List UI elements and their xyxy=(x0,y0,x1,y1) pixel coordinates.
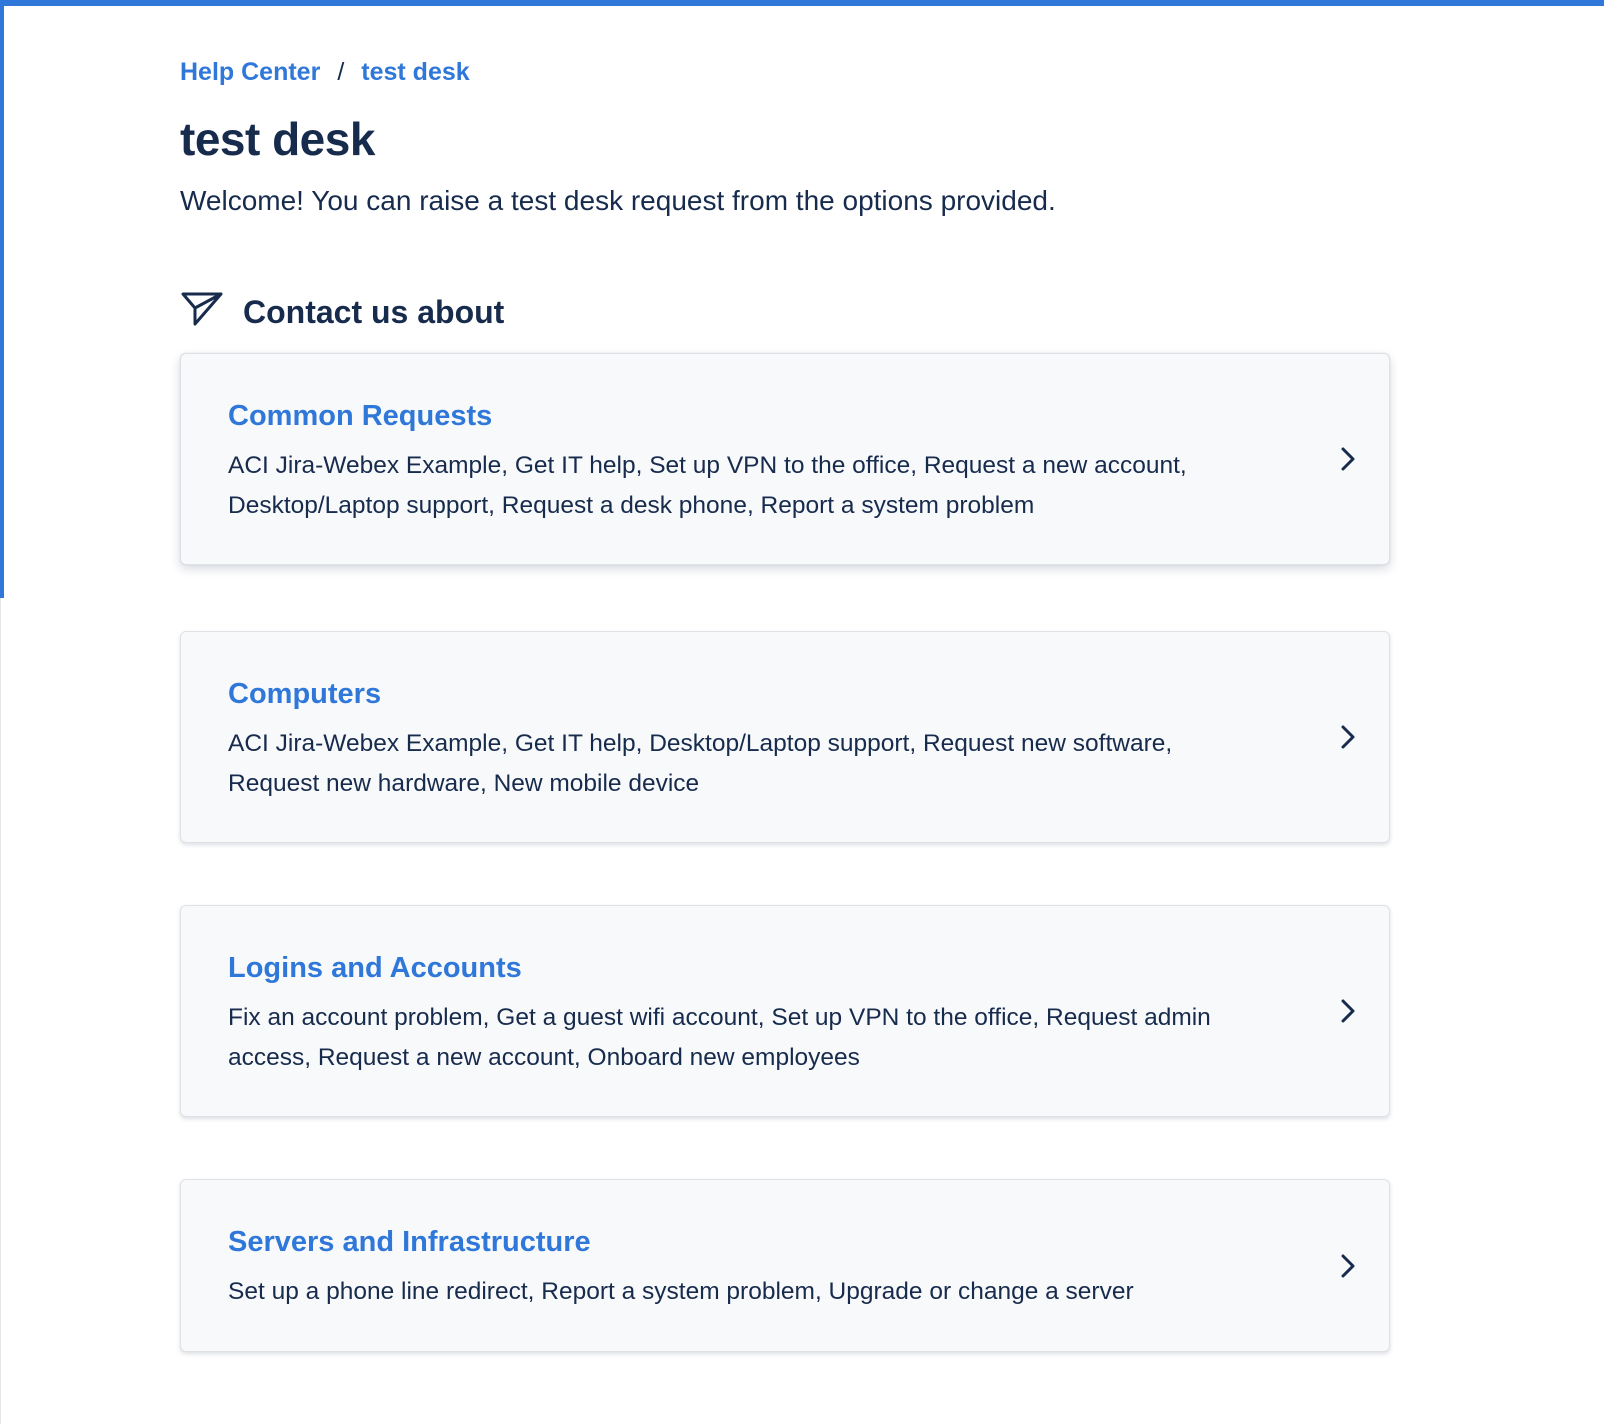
card-description: Fix an account problem, Get a guest wifi… xyxy=(228,1004,1211,1071)
top-accent-bar xyxy=(0,0,1604,6)
card-description: Set up a phone line redirect, Report a s… xyxy=(228,1278,1134,1305)
chevron-right-icon[interactable] xyxy=(1337,722,1359,752)
request-group-card-servers-and-infrastructure[interactable]: Servers and Infrastructure Set up a phon… xyxy=(180,1179,1390,1352)
chevron-right-icon[interactable] xyxy=(1337,996,1359,1026)
request-group-card-computers[interactable]: Computers ACI Jira-Webex Example, Get IT… xyxy=(180,631,1390,843)
card-description: ACI Jira-Webex Example, Get IT help, Des… xyxy=(228,730,1173,797)
paper-plane-icon xyxy=(180,290,224,335)
left-accent-bar xyxy=(0,0,4,598)
breadcrumb-test-desk-link[interactable]: test desk xyxy=(361,58,469,87)
breadcrumb-separator: / xyxy=(337,58,345,86)
left-divider xyxy=(0,598,1,1424)
welcome-message: Welcome! You can raise a test desk reque… xyxy=(180,185,1056,216)
card-description: ACI Jira-Webex Example, Get IT help, Set… xyxy=(228,452,1187,519)
card-title[interactable]: Servers and Infrastructure xyxy=(228,1226,591,1259)
request-group-card-logins-and-accounts[interactable]: Logins and Accounts Fix an account probl… xyxy=(180,905,1390,1117)
request-group-card-common-requests[interactable]: Common Requests ACI Jira-Webex Example, … xyxy=(180,353,1390,565)
chevron-right-icon[interactable] xyxy=(1337,444,1359,474)
contact-us-label: Contact us about xyxy=(243,294,505,330)
contact-us-heading: Contact us about xyxy=(180,290,504,335)
card-title[interactable]: Logins and Accounts xyxy=(228,952,522,985)
chevron-right-icon[interactable] xyxy=(1337,1251,1359,1281)
card-title[interactable]: Common Requests xyxy=(228,400,492,433)
page-title: test desk xyxy=(180,113,375,165)
breadcrumb-help-center-link[interactable]: Help Center xyxy=(180,58,320,87)
breadcrumb: Help Center / test desk xyxy=(180,58,470,87)
card-title[interactable]: Computers xyxy=(228,678,381,711)
